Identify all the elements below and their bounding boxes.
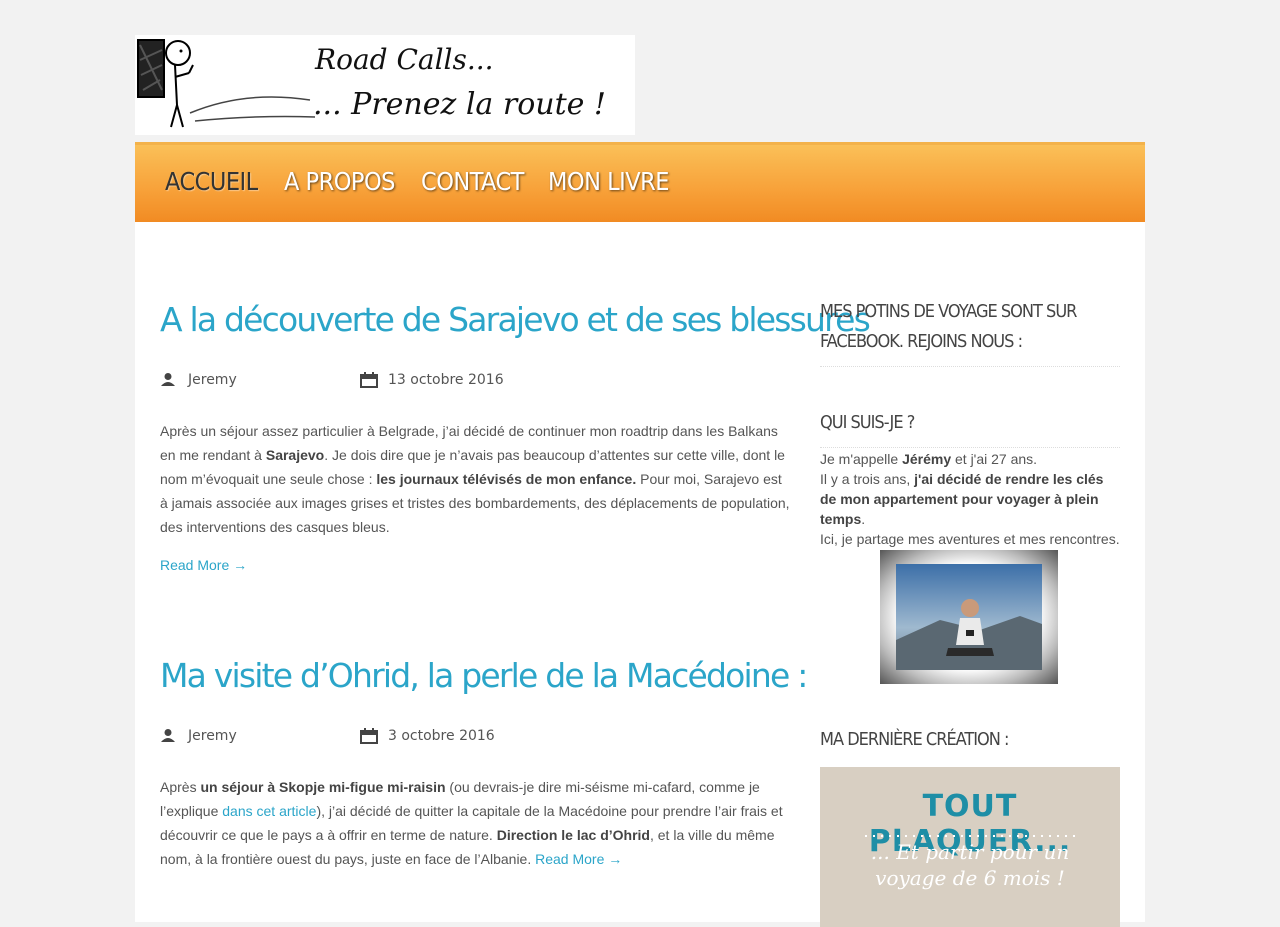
read-more-link[interactable]: Read More → <box>160 557 247 573</box>
user-icon <box>161 373 175 386</box>
divider <box>820 366 1120 367</box>
divider <box>820 447 1120 448</box>
post-date: 3 octobre 2016 <box>388 728 495 744</box>
about-text: Je m'appelle Jérémy et j'ai 27 ans. Il y… <box>820 451 1120 547</box>
book-cover[interactable]: TOUT PLAQUER... ... Et partir pour un vo… <box>820 767 1120 927</box>
logo-tagline-1: Road Calls... <box>315 43 494 76</box>
post-title[interactable]: A la découverte de Sarajevo et de ses bl… <box>160 300 871 339</box>
calendar-icon <box>360 372 378 388</box>
post-excerpt: Après un séjour assez particulier à Belg… <box>160 423 790 535</box>
user-icon <box>161 729 175 742</box>
facebook-widget-title: MES POTINS DE VOYAGE SONT SUR FACEBOOK. … <box>820 301 1077 352</box>
author-photo <box>880 550 1058 684</box>
creation-widget-title: MA DERNIÈRE CRÉATION : <box>820 729 1009 750</box>
main-nav: ACCUEIL A PROPOS CONTACT MON LIVRE <box>135 142 1145 222</box>
book-subtitle: ... Et partir pour un voyage de 6 mois ! <box>870 840 1070 890</box>
about-widget-title: QUI SUIS-JE ? <box>820 412 915 433</box>
logo-tagline-2: ... Prenez la route ! <box>313 87 606 122</box>
site-header[interactable]: Road Calls... ... Prenez la route ! <box>135 35 635 135</box>
content-area: A la découverte de Sarajevo et de ses bl… <box>135 222 1145 927</box>
post-excerpt: Après un séjour à Skopje mi-figue mi-rai… <box>160 779 783 867</box>
nav-accueil[interactable]: ACCUEIL <box>165 167 258 196</box>
nav-mon-livre[interactable]: MON LIVRE <box>548 167 669 196</box>
author-photo-image <box>896 564 1042 670</box>
article-link[interactable]: dans cet article <box>222 803 316 819</box>
post-author[interactable]: Jeremy <box>188 728 237 744</box>
post-title[interactable]: Ma visite d’Ohrid, la perle de la Macédo… <box>160 656 808 695</box>
calendar-icon <box>360 728 378 744</box>
nav-contact[interactable]: CONTACT <box>421 167 524 196</box>
post-author[interactable]: Jeremy <box>188 372 237 388</box>
nav-a-propos[interactable]: A PROPOS <box>284 167 395 196</box>
post-date: 13 octobre 2016 <box>388 372 504 388</box>
read-more-link[interactable]: Read More → <box>535 851 622 867</box>
